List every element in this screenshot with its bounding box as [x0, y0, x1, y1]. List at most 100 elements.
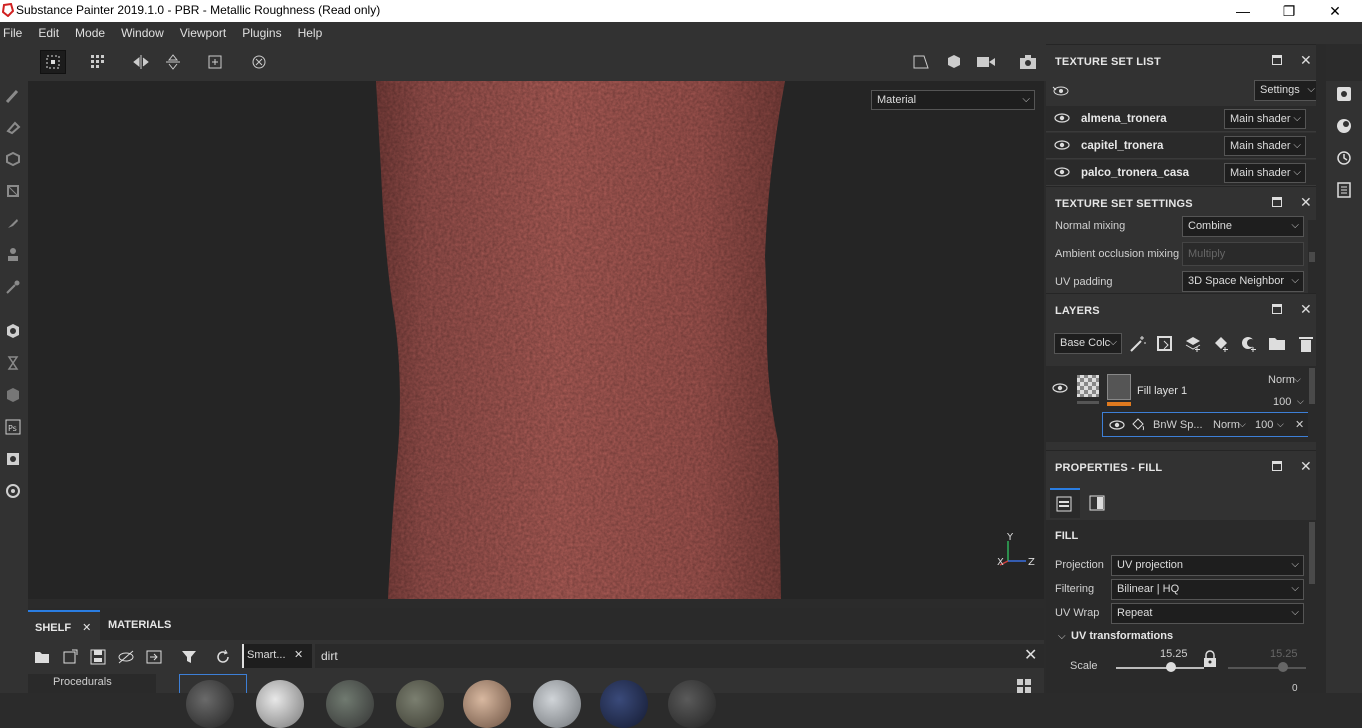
- filter-icon[interactable]: [178, 646, 200, 668]
- color-picker-icon[interactable]: [2, 276, 24, 298]
- texture-set-row[interactable]: palco_tronera_casa Main shader ⌵: [1046, 160, 1316, 186]
- material-thumb[interactable]: [186, 680, 234, 728]
- history-reset-icon[interactable]: [246, 50, 272, 74]
- uv-wrap-select[interactable]: Repeat ⌵: [1111, 603, 1304, 624]
- tab-materials[interactable]: MATERIALS: [101, 610, 178, 640]
- eye-icon[interactable]: [1054, 139, 1070, 151]
- log-icon[interactable]: [1334, 180, 1354, 200]
- paint-brush-icon[interactable]: [2, 85, 24, 107]
- menu-edit[interactable]: Edit: [35, 26, 68, 40]
- shader-select[interactable]: Main shader ⌵: [1224, 109, 1306, 129]
- add-folder-icon[interactable]: [1268, 335, 1286, 353]
- menu-window[interactable]: Window: [118, 26, 173, 40]
- layer-row-fill-layer-1[interactable]: Fill layer 1 Norm ⌵ 100 ⌵: [1046, 366, 1308, 410]
- uv-transformations-toggle[interactable]: UV transformations: [1071, 630, 1173, 642]
- grid-view-icon[interactable]: [86, 50, 112, 74]
- texture-set-row[interactable]: capitel_tronera Main shader ⌵: [1046, 133, 1316, 159]
- minimize-button[interactable]: —: [1220, 0, 1266, 22]
- tab-mask-properties[interactable]: [1082, 488, 1112, 518]
- shelf-search-input[interactable]: dirt: [315, 644, 1044, 668]
- settings-scrollbar[interactable]: [1308, 220, 1316, 294]
- material-thumb[interactable]: [463, 680, 511, 728]
- menu-file[interactable]: File: [0, 26, 31, 40]
- screenshot-camera-icon[interactable]: [1015, 50, 1041, 74]
- mask-blend-mode[interactable]: Norm: [1213, 419, 1240, 431]
- eye-icon[interactable]: [1109, 419, 1125, 431]
- clear-search-icon[interactable]: ✕: [1024, 645, 1037, 665]
- scale-u-slider[interactable]: [1116, 667, 1204, 669]
- material-thumb[interactable]: [326, 680, 374, 728]
- material-thumb[interactable]: [533, 680, 581, 728]
- maximize-panel-icon[interactable]: [1272, 304, 1282, 314]
- close-icon[interactable]: ✕: [294, 648, 303, 661]
- camera-cube-icon[interactable]: [941, 50, 967, 74]
- grid-view-icon[interactable]: [1016, 678, 1032, 694]
- layer-opacity[interactable]: 100: [1273, 396, 1291, 408]
- eye-icon[interactable]: [1052, 382, 1068, 394]
- scrollbar-thumb[interactable]: [1309, 522, 1315, 584]
- rotation-value[interactable]: 0: [1292, 683, 1298, 694]
- photoshop-export-icon[interactable]: Ps: [2, 416, 24, 438]
- delete-layer-icon[interactable]: [1297, 335, 1315, 353]
- material-thumb[interactable]: [668, 680, 716, 728]
- new-item-icon[interactable]: [59, 646, 81, 668]
- symmetry-x-icon[interactable]: [128, 50, 154, 74]
- symmetry-y-icon[interactable]: [160, 50, 186, 74]
- close-panel-icon[interactable]: ✕: [1300, 194, 1312, 211]
- polygon-fill-icon[interactable]: [2, 180, 24, 202]
- bake-icon[interactable]: [2, 448, 24, 470]
- maximize-panel-icon[interactable]: [1272, 461, 1282, 471]
- panel-splitter[interactable]: [1316, 44, 1326, 693]
- smart-materials-icon[interactable]: [2, 384, 24, 406]
- category-procedurals[interactable]: Procedurals: [28, 674, 156, 693]
- eraser-icon[interactable]: [2, 116, 24, 138]
- menu-help[interactable]: Help: [295, 26, 332, 40]
- maximize-panel-icon[interactable]: [1272, 55, 1282, 65]
- menu-plugins[interactable]: Plugins: [239, 26, 290, 40]
- selection-mode-icon[interactable]: [40, 50, 66, 74]
- layers-scrollbar[interactable]: [1308, 366, 1316, 442]
- tab-shelf[interactable]: SHELF ✕: [28, 610, 100, 640]
- material-thumb[interactable]: [256, 680, 304, 728]
- eye-icon[interactable]: [1054, 166, 1070, 178]
- material-thumb[interactable]: [396, 680, 444, 728]
- menu-viewport[interactable]: Viewport: [177, 26, 235, 40]
- clone-stamp-icon[interactable]: [2, 244, 24, 266]
- frame-selection-icon[interactable]: [202, 50, 228, 74]
- channel-select[interactable]: Base Colc ⌵: [1054, 333, 1122, 354]
- viewport-mode-select[interactable]: Material ⌵: [871, 90, 1035, 110]
- refresh-icon[interactable]: [212, 646, 234, 668]
- normal-mixing-select[interactable]: Combine ⌵: [1182, 216, 1304, 237]
- tab-fill-properties[interactable]: [1050, 488, 1080, 518]
- projection-icon[interactable]: [2, 148, 24, 170]
- smudge-icon[interactable]: [2, 212, 24, 234]
- close-panel-icon[interactable]: ✕: [1300, 458, 1312, 475]
- menu-mode[interactable]: Mode: [72, 26, 114, 40]
- add-layer-stack-icon[interactable]: [1184, 335, 1202, 353]
- close-panel-icon[interactable]: ✕: [1300, 301, 1312, 318]
- magic-wand-icon[interactable]: [1129, 335, 1147, 353]
- settings-ring-icon[interactable]: [2, 480, 24, 502]
- lock-icon[interactable]: [1203, 650, 1217, 668]
- folder-icon[interactable]: [31, 646, 53, 668]
- settings-dropdown[interactable]: Settings ⌵: [1254, 80, 1320, 101]
- filter-tag-smart[interactable]: Smart... ✕: [242, 644, 312, 668]
- eye-icon[interactable]: [1054, 112, 1070, 124]
- close-button[interactable]: ✕: [1312, 0, 1358, 22]
- material-thumb[interactable]: [600, 680, 648, 728]
- scrollbar-thumb[interactable]: [1309, 252, 1315, 262]
- shader-settings-icon[interactable]: [1334, 84, 1354, 104]
- chevron-down-icon[interactable]: ⌵: [1058, 631, 1066, 642]
- 3d-viewport[interactable]: Material ⌵ Y X Z: [28, 81, 1044, 599]
- maximize-panel-icon[interactable]: [1272, 197, 1282, 207]
- save-icon[interactable]: [87, 646, 109, 668]
- mask-opacity[interactable]: 100: [1255, 419, 1273, 431]
- close-panel-icon[interactable]: ✕: [1300, 52, 1312, 69]
- scale-u-value[interactable]: 15.25: [1160, 648, 1188, 660]
- uv-padding-select[interactable]: 3D Space Neighbor ⌵: [1182, 271, 1304, 292]
- maximize-button[interactable]: ❐: [1266, 0, 1312, 22]
- projection-select[interactable]: UV projection ⌵: [1111, 555, 1304, 576]
- hourglass-icon[interactable]: [2, 352, 24, 374]
- add-effect-icon[interactable]: [1156, 335, 1174, 353]
- filtering-select[interactable]: Bilinear | HQ ⌵: [1111, 579, 1304, 600]
